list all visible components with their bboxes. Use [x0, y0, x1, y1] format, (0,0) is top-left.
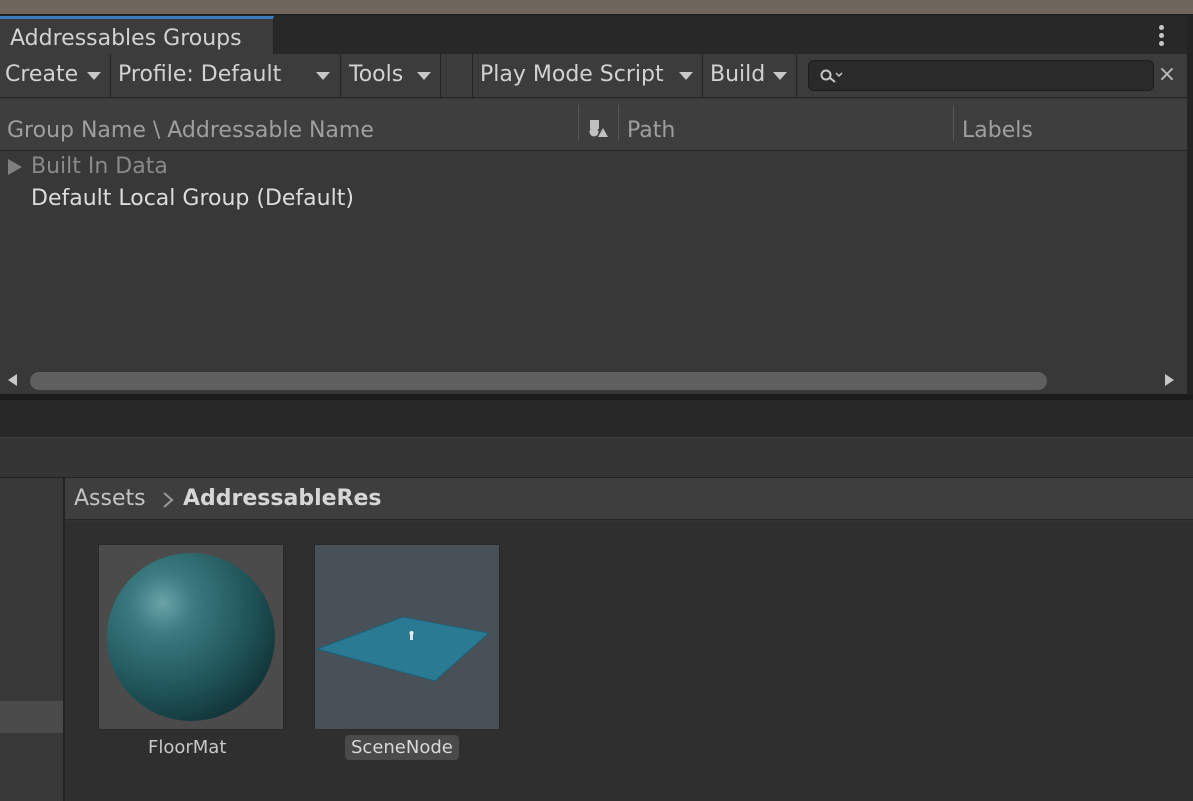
column-path[interactable]: Path	[627, 118, 675, 143]
column-group-name[interactable]: Group Name \ Addressable Name	[7, 118, 374, 143]
toolbar: Create Profile: Default Tools Play Mode …	[0, 54, 1187, 98]
play-mode-script-dropdown[interactable]: Play Mode Script	[473, 54, 703, 97]
tree-row[interactable]: Built In Data	[0, 152, 1187, 184]
plane-prefab-icon	[315, 616, 491, 682]
column-labels[interactable]: Labels	[962, 118, 1033, 143]
profile-dropdown[interactable]: Profile: Default	[111, 54, 341, 97]
asset-name: FloorMat	[148, 737, 227, 758]
empty-band	[0, 400, 1193, 437]
play-mode-caret-icon	[679, 72, 693, 80]
build-label: Build	[710, 62, 766, 87]
tab-title: Addressables Groups	[10, 26, 242, 51]
project-window: Assets AddressableRes FloorMat SceneNode	[0, 478, 1193, 801]
search-field[interactable]	[808, 60, 1154, 91]
horizontal-scrollbar[interactable]	[0, 368, 1187, 394]
profile-caret-icon	[316, 72, 330, 80]
tools-dropdown[interactable]: Tools	[341, 54, 441, 97]
breadcrumb-current-folder[interactable]: AddressableRes	[183, 486, 382, 511]
column-separator[interactable]	[953, 105, 954, 141]
column-separator[interactable]	[618, 105, 619, 141]
expand-arrow-icon[interactable]	[8, 159, 22, 175]
group-name: Built In Data	[31, 154, 168, 179]
build-caret-icon	[773, 72, 787, 80]
create-caret-icon	[87, 72, 101, 80]
tab-bar: Addressables Groups	[0, 16, 1187, 54]
tab-addressables-groups[interactable]: Addressables Groups	[0, 16, 274, 54]
build-dropdown[interactable]: Build	[703, 54, 797, 97]
more-options-icon[interactable]	[1148, 22, 1176, 50]
create-label: Create	[5, 62, 79, 87]
breadcrumb: Assets AddressableRes	[65, 478, 1193, 520]
group-name: Default Local Group (Default)	[31, 186, 354, 211]
project-folder-tree	[0, 478, 63, 801]
breadcrumb-assets[interactable]: Assets	[74, 486, 146, 511]
tools-caret-icon	[417, 72, 431, 80]
column-separator[interactable]	[578, 105, 579, 141]
scroll-left-arrow-icon[interactable]	[8, 374, 17, 386]
toolbar-spacer	[441, 54, 473, 97]
group-tree: Built In Data Default Local Group (Defau…	[0, 152, 1187, 372]
prefab-thumbnail	[314, 544, 500, 730]
material-sphere-icon	[107, 553, 275, 721]
project-toolbar-band	[0, 437, 1193, 478]
search-icon	[820, 69, 843, 83]
column-header: Group Name \ Addressable Name Path Label…	[0, 99, 1187, 151]
addressables-groups-panel: Addressables Groups Create Profile: Defa…	[0, 16, 1187, 394]
tree-row[interactable]: Default Local Group (Default)	[0, 184, 1187, 216]
play-mode-label: Play Mode Script	[480, 62, 664, 87]
search-input[interactable]	[847, 64, 1147, 88]
tools-label: Tools	[349, 62, 404, 87]
asset-grid: FloorMat SceneNode	[65, 521, 1193, 801]
editor-top-strip	[0, 0, 1193, 14]
asset-name-selected: SceneNode	[345, 735, 459, 760]
panel-right-edge	[1187, 16, 1193, 394]
create-dropdown[interactable]: Create	[0, 54, 111, 97]
scrollbar-thumb[interactable]	[30, 372, 1047, 390]
material-thumbnail	[98, 544, 284, 730]
addressable-type-icon[interactable]	[587, 117, 609, 139]
selected-folder-row[interactable]	[0, 701, 63, 733]
profile-label: Profile: Default	[118, 62, 282, 87]
chevron-right-icon	[163, 492, 174, 508]
clear-search-button[interactable]: ×	[1157, 60, 1177, 90]
scroll-right-arrow-icon[interactable]	[1165, 374, 1174, 386]
